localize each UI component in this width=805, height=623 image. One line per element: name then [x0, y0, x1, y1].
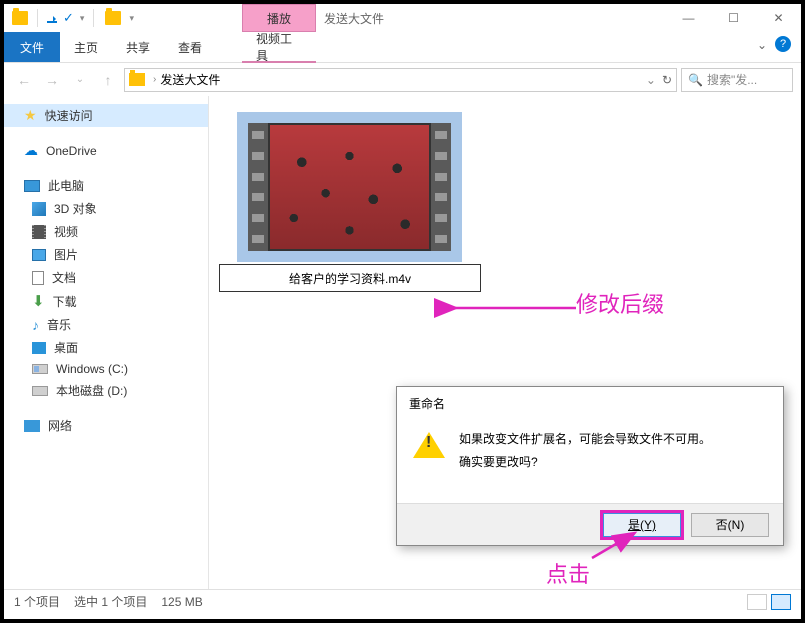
qat-dropdown[interactable]: ▾ — [129, 13, 134, 24]
folder-icon — [12, 11, 28, 25]
tab-home[interactable]: 主页 — [60, 32, 112, 62]
annotation-arrow-icon — [589, 530, 639, 565]
titlebar: ✓ ▾ ▾ 播放 发送大文件 — ☐ ✕ — [4, 4, 801, 32]
annotation-click: 点击 — [546, 557, 590, 589]
cube-icon — [32, 202, 46, 216]
address-row: ← → ⌄ ↑ › 发送大文件 ⌄ ↻ 🔍 搜索"发... — [4, 62, 801, 96]
sidebar-item-quick-access[interactable]: ★ 快速访问 — [4, 104, 208, 127]
dialog-title: 重命名 — [397, 387, 783, 420]
minimize-button[interactable]: — — [666, 4, 711, 32]
qat-check-icon[interactable]: ✓ — [63, 10, 74, 26]
film-strip-icon — [431, 123, 451, 251]
sidebar-item-music[interactable]: ♪ 音乐 — [4, 313, 208, 336]
nav-back-button[interactable]: ← — [12, 68, 36, 92]
sidebar-item-disk-d[interactable]: 本地磁盘 (D:) — [4, 379, 208, 402]
sidebar: ★ 快速访问 ☁ OneDrive 此电脑 3D 对象 — [4, 96, 209, 589]
sidebar-item-label: 下载 — [53, 293, 77, 310]
refresh-icon[interactable]: ↻ — [662, 73, 672, 87]
file-thumbnail[interactable] — [237, 112, 462, 262]
ribbon-expand-icon[interactable]: ⌄ — [757, 38, 767, 52]
address-bar[interactable]: › 发送大文件 ⌄ ↻ — [124, 68, 677, 92]
sidebar-item-label: 音乐 — [47, 316, 71, 333]
pc-icon — [24, 180, 40, 192]
sidebar-item-label: 网络 — [48, 417, 72, 434]
disk-icon — [32, 386, 48, 396]
qat-arrow-icon[interactable] — [47, 13, 57, 23]
sidebar-item-documents[interactable]: 文档 — [4, 266, 208, 289]
view-details-button[interactable] — [747, 594, 767, 610]
window-title: 发送大文件 — [324, 10, 384, 27]
folder-icon — [129, 73, 145, 86]
status-item-count: 1 个项目 — [14, 593, 60, 610]
filename-text: 给客户的学习资料.m4v — [289, 270, 411, 287]
download-icon: ⬇ — [32, 292, 45, 310]
sidebar-item-label: 快速访问 — [45, 107, 93, 124]
sidebar-item-label: 图片 — [54, 246, 78, 263]
help-button[interactable]: ? — [775, 36, 791, 52]
sidebar-item-label: 桌面 — [54, 339, 78, 356]
sidebar-item-label: 视频 — [54, 223, 78, 240]
rename-confirm-dialog: 重命名 如果改变文件扩展名，可能会导致文件不可用。 确实要更改吗? 是(Y) 否… — [396, 386, 784, 546]
search-icon: 🔍 — [688, 73, 703, 87]
status-selected-count: 选中 1 个项目 — [74, 593, 147, 610]
dialog-message-line2: 确实要更改吗? — [459, 451, 711, 474]
filename-edit-input[interactable]: 给客户的学习资料.m4v — [219, 264, 481, 292]
picture-icon — [32, 249, 46, 261]
tab-file[interactable]: 文件 — [4, 32, 60, 62]
close-button[interactable]: ✕ — [756, 4, 801, 32]
sidebar-item-label: 本地磁盘 (D:) — [56, 382, 127, 399]
music-icon: ♪ — [32, 317, 39, 333]
ribbon: 文件 主页 共享 查看 视频工具 ⌄ ? — [4, 32, 801, 62]
contextual-tab-play: 播放 — [242, 4, 316, 32]
chevron-down-icon[interactable]: ⌄ — [646, 73, 656, 87]
view-thumbnails-button[interactable] — [771, 594, 791, 610]
annotation-arrow-icon — [448, 302, 578, 317]
nav-up-button[interactable]: ↑ — [96, 68, 120, 92]
warning-icon — [413, 428, 445, 456]
dialog-no-button[interactable]: 否(N) — [691, 513, 769, 537]
nav-history-button[interactable]: ⌄ — [68, 68, 92, 92]
annotation-rename: 修改后缀 — [576, 287, 664, 319]
film-icon — [32, 225, 46, 239]
sidebar-item-desktop[interactable]: 桌面 — [4, 336, 208, 359]
search-input[interactable]: 🔍 搜索"发... — [681, 68, 793, 92]
document-icon — [32, 271, 44, 285]
disk-icon — [32, 364, 48, 374]
maximize-button[interactable]: ☐ — [711, 4, 756, 32]
network-icon — [24, 420, 40, 432]
sidebar-item-label: 3D 对象 — [54, 200, 97, 217]
star-icon: ★ — [24, 107, 37, 124]
address-path: 发送大文件 — [160, 71, 220, 88]
sidebar-item-network[interactable]: 网络 — [4, 414, 208, 437]
sidebar-item-label: OneDrive — [46, 144, 97, 158]
dialog-message-line1: 如果改变文件扩展名，可能会导致文件不可用。 — [459, 428, 711, 451]
tab-view[interactable]: 查看 — [164, 32, 216, 62]
video-preview — [268, 123, 431, 251]
folder-icon — [105, 11, 121, 25]
chevron-right-icon: › — [153, 74, 156, 85]
sidebar-item-3d-objects[interactable]: 3D 对象 — [4, 197, 208, 220]
sidebar-item-onedrive[interactable]: ☁ OneDrive — [4, 139, 208, 162]
search-placeholder: 搜索"发... — [707, 71, 757, 88]
sidebar-item-this-pc[interactable]: 此电脑 — [4, 174, 208, 197]
file-item[interactable]: 给客户的学习资料.m4v — [237, 112, 462, 292]
sidebar-item-label: 文档 — [52, 269, 76, 286]
nav-forward-button[interactable]: → — [40, 68, 64, 92]
sidebar-item-disk-c[interactable]: Windows (C:) — [4, 359, 208, 379]
qat-dropdown[interactable]: ▾ — [80, 13, 85, 24]
sidebar-item-label: Windows (C:) — [56, 362, 128, 376]
sidebar-item-videos[interactable]: 视频 — [4, 220, 208, 243]
status-size: 125 MB — [161, 595, 202, 609]
tab-share[interactable]: 共享 — [112, 32, 164, 62]
desktop-icon — [32, 342, 46, 354]
sidebar-item-label: 此电脑 — [48, 177, 84, 194]
cloud-icon: ☁ — [24, 142, 38, 159]
tab-video-tools[interactable]: 视频工具 — [242, 32, 316, 62]
sidebar-item-pictures[interactable]: 图片 — [4, 243, 208, 266]
film-strip-icon — [248, 123, 268, 251]
status-bar: 1 个项目 选中 1 个项目 125 MB — [4, 589, 801, 613]
sidebar-item-downloads[interactable]: ⬇ 下载 — [4, 289, 208, 313]
